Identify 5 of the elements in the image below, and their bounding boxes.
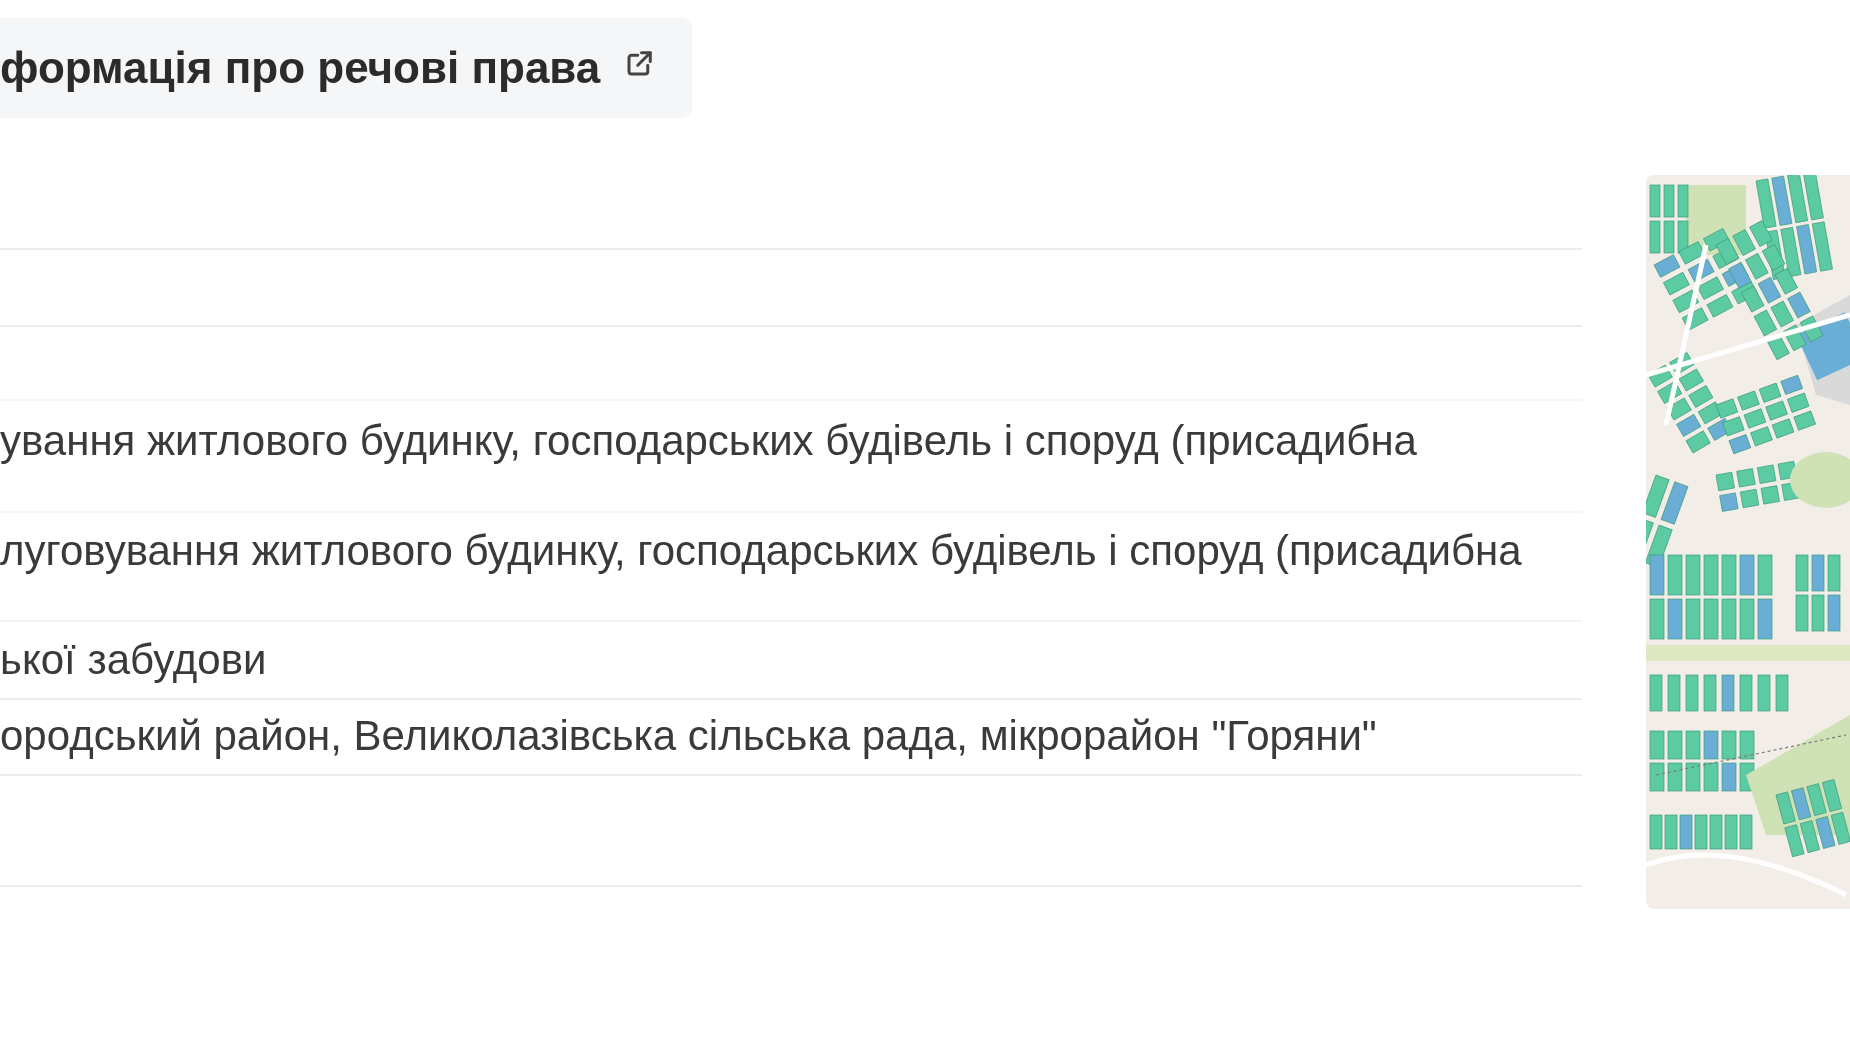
field-value: ородський район, Великолазівська сільська рада, мікрорайон "Горяни"	[0, 713, 1377, 759]
field-value: луговування житлового будинку, господарських будівель і споруд (присадибна	[0, 528, 1522, 574]
field-value: ування житлового будинку, господарських будівель і споруд (присадибна	[0, 418, 1417, 464]
field-value: ької забудови	[0, 637, 267, 683]
rights-info-link[interactable]: формація про речові права	[0, 18, 693, 118]
